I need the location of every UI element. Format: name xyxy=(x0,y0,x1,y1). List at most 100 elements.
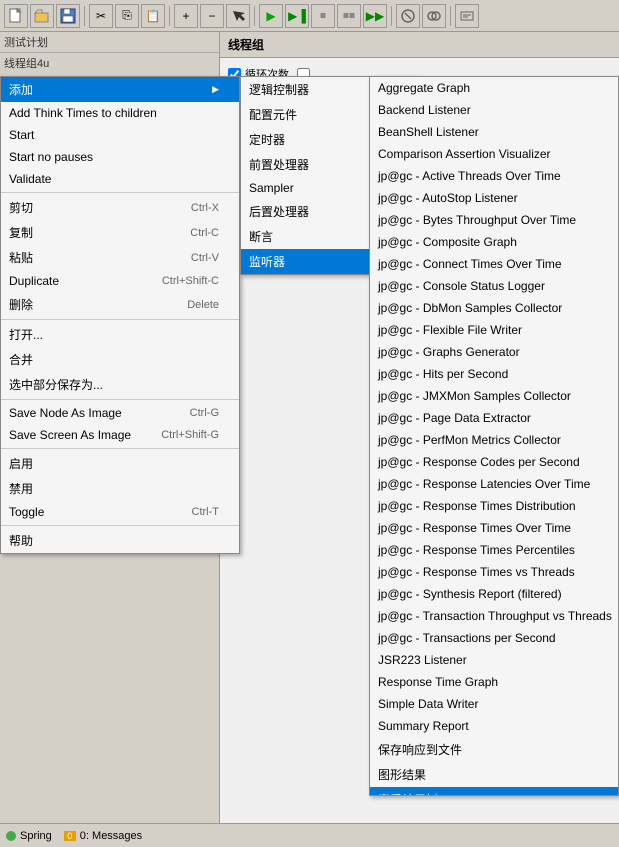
listener-bytes-throughput[interactable]: jp@gc - Bytes Throughput Over Time xyxy=(370,209,618,231)
menu-item-paste[interactable]: 粘贴 Ctrl-V xyxy=(1,245,239,270)
duplicate-shortcut: Ctrl+Shift-C xyxy=(162,275,219,287)
config-element-label: 配置元件 xyxy=(249,106,388,123)
menu-overlay: 添加 ▶ Add Think Times to children Start S… xyxy=(0,32,619,823)
stop-button[interactable]: ⏹ xyxy=(311,4,335,28)
dbmon-label: jp@gc - DbMon Samples Collector xyxy=(378,301,598,315)
start-label: Start xyxy=(9,128,219,142)
listener-label: 监听器 xyxy=(249,253,388,270)
pre-processor-label: 前置处理器 xyxy=(249,156,388,173)
spring-dot-icon xyxy=(6,831,16,841)
shrink-button[interactable]: − xyxy=(200,4,224,28)
save-button[interactable] xyxy=(56,4,80,28)
listener-transaction-throughput[interactable]: jp@gc - Transaction Throughput vs Thread… xyxy=(370,605,618,627)
hits-per-second-label: jp@gc - Hits per Second xyxy=(378,367,598,381)
new-button[interactable] xyxy=(4,4,28,28)
open-label: 打开... xyxy=(9,326,219,343)
menu-item-open[interactable]: 打开... xyxy=(1,322,239,347)
menu-item-start-no-pauses[interactable]: Start no pauses xyxy=(1,146,239,168)
listener-composite-graph[interactable]: jp@gc - Composite Graph xyxy=(370,231,618,253)
run-stop-button[interactable]: ▶▐ xyxy=(285,4,309,28)
listener-synthesis-report[interactable]: jp@gc - Synthesis Report (filtered) xyxy=(370,583,618,605)
menu-item-cut[interactable]: 剪切 Ctrl-X xyxy=(1,195,239,220)
backend-listener-label: Backend Listener xyxy=(378,103,598,117)
console-status-label: jp@gc - Console Status Logger xyxy=(378,279,598,293)
disable-label: 禁用 xyxy=(9,480,219,497)
cut-shortcut: Ctrl-X xyxy=(191,202,219,214)
menu-item-toggle[interactable]: Toggle Ctrl-T xyxy=(1,501,239,523)
listener-response-codes[interactable]: jp@gc - Response Codes per Second xyxy=(370,451,618,473)
listener-jsr223[interactable]: JSR223 Listener xyxy=(370,649,618,671)
clear-all-button[interactable] xyxy=(422,4,446,28)
listener-jmxmon[interactable]: jp@gc - JMXMon Samples Collector xyxy=(370,385,618,407)
menu-item-save-node-img[interactable]: Save Node As Image Ctrl-G xyxy=(1,402,239,424)
sep-5 xyxy=(1,525,239,526)
open-button[interactable] xyxy=(30,4,54,28)
menu-item-disable[interactable]: 禁用 xyxy=(1,476,239,501)
stop-all-button[interactable]: ⏹⏹ xyxy=(337,4,361,28)
listener-summary-report[interactable]: Summary Report xyxy=(370,715,618,737)
menu-item-copy[interactable]: 复制 Ctrl-C xyxy=(1,220,239,245)
menu-item-start[interactable]: Start xyxy=(1,124,239,146)
sampler-label: Sampler xyxy=(249,181,388,195)
cut-label: 剪切 xyxy=(9,199,171,216)
remote-all-button[interactable]: ▶▶ xyxy=(363,4,387,28)
listener-aggregate-graph[interactable]: Aggregate Graph xyxy=(370,77,618,99)
listener-simple-data-writer[interactable]: Simple Data Writer xyxy=(370,693,618,715)
listener-flexible-file[interactable]: jp@gc - Flexible File Writer xyxy=(370,319,618,341)
menu-item-save-screen-img[interactable]: Save Screen As Image Ctrl+Shift-G xyxy=(1,424,239,446)
menu-item-add[interactable]: 添加 ▶ xyxy=(1,77,239,102)
listener-transactions-per-second[interactable]: jp@gc - Transactions per Second xyxy=(370,627,618,649)
listener-dbmon[interactable]: jp@gc - DbMon Samples Collector xyxy=(370,297,618,319)
sep-3 xyxy=(1,399,239,400)
listener-connect-times[interactable]: jp@gc - Connect Times Over Time xyxy=(370,253,618,275)
summary-report-label: Summary Report xyxy=(378,719,598,733)
listener-console-status[interactable]: jp@gc - Console Status Logger xyxy=(370,275,618,297)
menu-item-merge[interactable]: 合并 xyxy=(1,347,239,372)
menu-item-think-times[interactable]: Add Think Times to children xyxy=(1,102,239,124)
menu-add-label: 添加 xyxy=(9,81,208,98)
composite-graph-label: jp@gc - Composite Graph xyxy=(378,235,598,249)
listener-graphs-generator[interactable]: jp@gc - Graphs Generator xyxy=(370,341,618,363)
listener-response-times-over-time[interactable]: jp@gc - Response Times Over Time xyxy=(370,517,618,539)
listener-response-times-percentiles[interactable]: jp@gc - Response Times Percentiles xyxy=(370,539,618,561)
listener-response-latencies[interactable]: jp@gc - Response Latencies Over Time xyxy=(370,473,618,495)
log-button[interactable] xyxy=(455,4,479,28)
help-label: 帮助 xyxy=(9,532,219,549)
listener-response-time-graph[interactable]: Response Time Graph xyxy=(370,671,618,693)
menu-item-help[interactable]: 帮助 xyxy=(1,528,239,553)
flexible-file-label: jp@gc - Flexible File Writer xyxy=(378,323,598,337)
spring-label: Spring xyxy=(20,830,52,842)
paste-button[interactable]: 📋 xyxy=(141,4,165,28)
listener-backend[interactable]: Backend Listener xyxy=(370,99,618,121)
menu-item-save-selected[interactable]: 选中部分保存为... xyxy=(1,372,239,397)
jmxmon-label: jp@gc - JMXMon Samples Collector xyxy=(378,389,598,403)
listener-beanshell[interactable]: BeanShell Listener xyxy=(370,121,618,143)
listener-view-results-tree[interactable]: 察看结果树 xyxy=(370,787,618,796)
menu-item-enable[interactable]: 启用 xyxy=(1,451,239,476)
merge-label: 合并 xyxy=(9,351,219,368)
listener-autostop[interactable]: jp@gc - AutoStop Listener xyxy=(370,187,618,209)
menu-item-delete[interactable]: 删除 Delete xyxy=(1,292,239,317)
menu-item-duplicate[interactable]: Duplicate Ctrl+Shift-C xyxy=(1,270,239,292)
sep-4 xyxy=(1,448,239,449)
clear-button[interactable] xyxy=(396,4,420,28)
listener-page-data[interactable]: jp@gc - Page Data Extractor xyxy=(370,407,618,429)
listener-response-times-vs-threads[interactable]: jp@gc - Response Times vs Threads xyxy=(370,561,618,583)
listener-active-threads[interactable]: jp@gc - Active Threads Over Time xyxy=(370,165,618,187)
listener-graph-results[interactable]: 图形结果 xyxy=(370,762,618,787)
listener-hits-per-second[interactable]: jp@gc - Hits per Second xyxy=(370,363,618,385)
select-button[interactable] xyxy=(226,4,250,28)
listener-save-response[interactable]: 保存响应到文件 xyxy=(370,737,618,762)
menu-item-validate[interactable]: Validate xyxy=(1,168,239,190)
listener-perfmon[interactable]: jp@gc - PerfMon Metrics Collector xyxy=(370,429,618,451)
cut-button[interactable]: ✂ xyxy=(89,4,113,28)
delete-label: 删除 xyxy=(9,296,167,313)
copy-button[interactable]: ⎘ xyxy=(115,4,139,28)
spring-status: Spring xyxy=(6,830,52,842)
run-button[interactable]: ▶ xyxy=(259,4,283,28)
response-time-graph-label: Response Time Graph xyxy=(378,675,598,689)
listener-submenu: Aggregate Graph Backend Listener BeanShe… xyxy=(369,76,619,796)
expand-button[interactable]: + xyxy=(174,4,198,28)
listener-response-times-dist[interactable]: jp@gc - Response Times Distribution xyxy=(370,495,618,517)
listener-comparison[interactable]: Comparison Assertion Visualizer xyxy=(370,143,618,165)
